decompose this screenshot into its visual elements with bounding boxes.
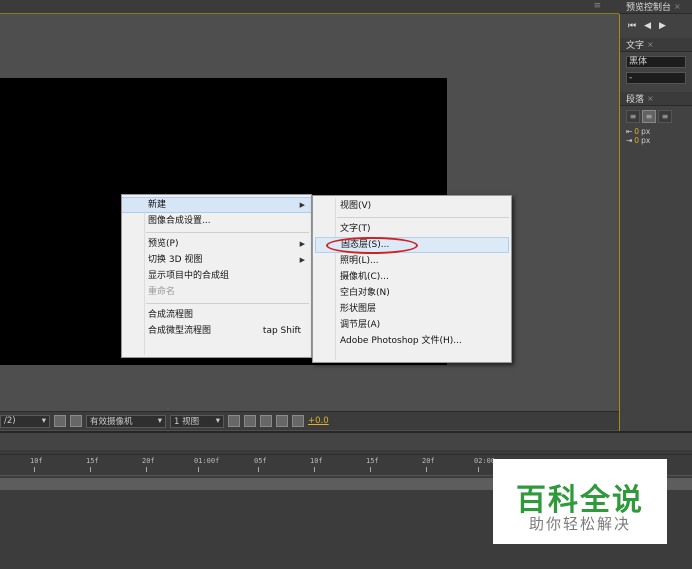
tab-paragraph-label: 段落 [626, 95, 645, 105]
chevron-down-icon: ▾ [215, 416, 220, 426]
chevron-down-icon: ▾ [41, 416, 46, 426]
submenu-item-null-object[interactable]: 空白对象(N) [313, 285, 511, 301]
menu-item-mini-flowchart[interactable]: 合成微型流程图 tap Shift [122, 323, 311, 339]
right-panels: 预览控制台 × ⏮ ◀ ▶ 文字 × 黑体 - 段落 × ≡ ≡ ≡ ⇤ 0 p… [620, 0, 692, 431]
fast-preview-icon[interactable] [244, 415, 256, 427]
menu-item-label: 预览(P) [148, 239, 179, 249]
tab-preview-label: 预览控制台 [626, 3, 672, 13]
composition-panel-header: ≡ [0, 0, 619, 14]
tab-preview[interactable]: 预览控制台 × [620, 0, 692, 14]
timeline-header [0, 433, 692, 450]
tab-text-label: 文字 [626, 41, 645, 51]
menu-item-flowchart[interactable]: 合成流程图 [122, 307, 311, 323]
submenu-item-adjustment-layer[interactable]: 调节层(A) [313, 317, 511, 333]
font-family-field[interactable]: 黑体 [626, 56, 686, 68]
paragraph-align-row: ≡ ≡ ≡ [620, 106, 692, 127]
resolution-dropdown[interactable]: /2) ▾ [0, 414, 50, 428]
font-style-field[interactable]: - [626, 72, 686, 84]
menu-item-label: 合成微型流程图 [148, 326, 212, 336]
timeline-tick: 20f [422, 457, 435, 472]
timeline-tick: 15f [86, 457, 99, 472]
timeline-tick: 10f [310, 457, 323, 472]
watermark: 百科全说 助你轻松解决 [493, 459, 667, 544]
camera-value: 有效摄像机 [90, 417, 133, 427]
indent-left-icon: ⇤ [626, 127, 633, 136]
submenu-arrow-icon: ▶ [299, 240, 305, 248]
menu-item-switch-3d-view[interactable]: 切换 3D 视图 ▶ [122, 252, 311, 268]
menu-item-new[interactable]: 新建 ▶ [122, 197, 311, 213]
annotation-circle [326, 237, 418, 254]
submenu-item-shape-layer[interactable]: 形状图层 [313, 301, 511, 317]
menu-item-preview[interactable]: 预览(P) ▶ [122, 236, 311, 252]
previous-frame-icon[interactable]: ◀ [644, 21, 651, 31]
resolution-value: /2) [4, 416, 16, 426]
preview-controls: ⏮ ◀ ▶ [620, 14, 692, 38]
menu-item-label: 显示项目中的合成组 [148, 271, 230, 281]
exposure-icon[interactable] [292, 415, 304, 427]
submenu-item-light[interactable]: 照明(L)... [313, 253, 511, 269]
timeline-tick: 01:00f [194, 457, 220, 472]
exposure-value[interactable]: +0.0 [308, 416, 329, 426]
region-of-interest-icon[interactable] [54, 415, 66, 427]
timeline-tick: 10f [30, 457, 43, 472]
indent-left-row: ⇤ 0 px [620, 127, 692, 136]
menu-item-comp-settings[interactable]: 图像合成设置... [122, 213, 311, 229]
indent-left-value[interactable]: 0 [634, 127, 639, 136]
transparency-grid-icon[interactable] [70, 415, 82, 427]
menu-item-label: 新建 [148, 200, 167, 210]
play-icon[interactable]: ▶ [659, 21, 666, 31]
context-menu: 新建 ▶ 图像合成设置... 预览(P) ▶ 切换 3D 视图 ▶ 显示项目中的… [121, 194, 312, 358]
submenu-item-text[interactable]: 文字(T) [313, 221, 511, 237]
first-frame-icon[interactable]: ⏮ [628, 21, 636, 31]
menu-item-rename: 重命名 [122, 284, 311, 300]
submenu-item-photoshop-file[interactable]: Adobe Photoshop 文件(H)... [313, 333, 511, 349]
indent-first-icon: ⇥ [626, 136, 633, 145]
menu-item-shortcut: tap Shift [262, 326, 301, 336]
indent-first-row: ⇥ 0 px [620, 136, 692, 145]
camera-dropdown[interactable]: 有效摄像机 ▾ [86, 414, 166, 428]
watermark-subtitle: 助你轻松解决 [528, 515, 631, 533]
close-icon[interactable]: × [647, 40, 654, 49]
menu-separator [146, 303, 309, 304]
menu-item-label: 图像合成设置... [148, 216, 211, 226]
new-submenu: 视图(V) 文字(T) 固态层(S)... 照明(L)... 摄像机(C)...… [312, 195, 512, 363]
submenu-arrow-icon: ▶ [299, 256, 305, 264]
menu-separator [337, 217, 509, 218]
timeline-tick: 15f [366, 457, 379, 472]
composition-toolbar: /2) ▾ 有效摄像机 ▾ 1 视图 ▾ +0.0 [0, 411, 619, 430]
tab-text[interactable]: 文字 × [620, 38, 692, 52]
pixel-aspect-icon[interactable] [228, 415, 240, 427]
close-icon[interactable]: × [647, 94, 654, 103]
timeline-tick: 20f [142, 457, 155, 472]
align-left-icon[interactable]: ≡ [626, 110, 640, 123]
view-layout-dropdown[interactable]: 1 视图 ▾ [170, 414, 224, 428]
tab-paragraph[interactable]: 段落 × [620, 92, 692, 106]
indent-first-unit: px [641, 136, 651, 145]
menu-item-label: 合成流程图 [148, 310, 194, 320]
submenu-arrow-icon: ▶ [299, 201, 305, 209]
menu-item-reveal-in-project[interactable]: 显示项目中的合成组 [122, 268, 311, 284]
indent-left-unit: px [641, 127, 651, 136]
align-right-icon[interactable]: ≡ [658, 110, 672, 123]
align-center-icon[interactable]: ≡ [642, 110, 656, 123]
panel-menu-icon[interactable]: ≡ [593, 1, 601, 11]
view-layout-value: 1 视图 [174, 417, 200, 427]
menu-separator [146, 232, 309, 233]
close-icon[interactable]: × [674, 2, 681, 11]
timeline-tick: 02:00 [474, 457, 496, 472]
submenu-item-viewer[interactable]: 视图(V) [313, 198, 511, 214]
menu-item-label: 重命名 [148, 287, 176, 297]
indent-first-value[interactable]: 0 [634, 136, 639, 145]
chevron-down-icon: ▾ [157, 416, 162, 426]
timeline-tick: 05f [254, 457, 267, 472]
menu-item-label: 切换 3D 视图 [148, 255, 203, 265]
submenu-item-camera[interactable]: 摄像机(C)... [313, 269, 511, 285]
timeline-icon[interactable] [260, 415, 272, 427]
flowchart-icon[interactable] [276, 415, 288, 427]
